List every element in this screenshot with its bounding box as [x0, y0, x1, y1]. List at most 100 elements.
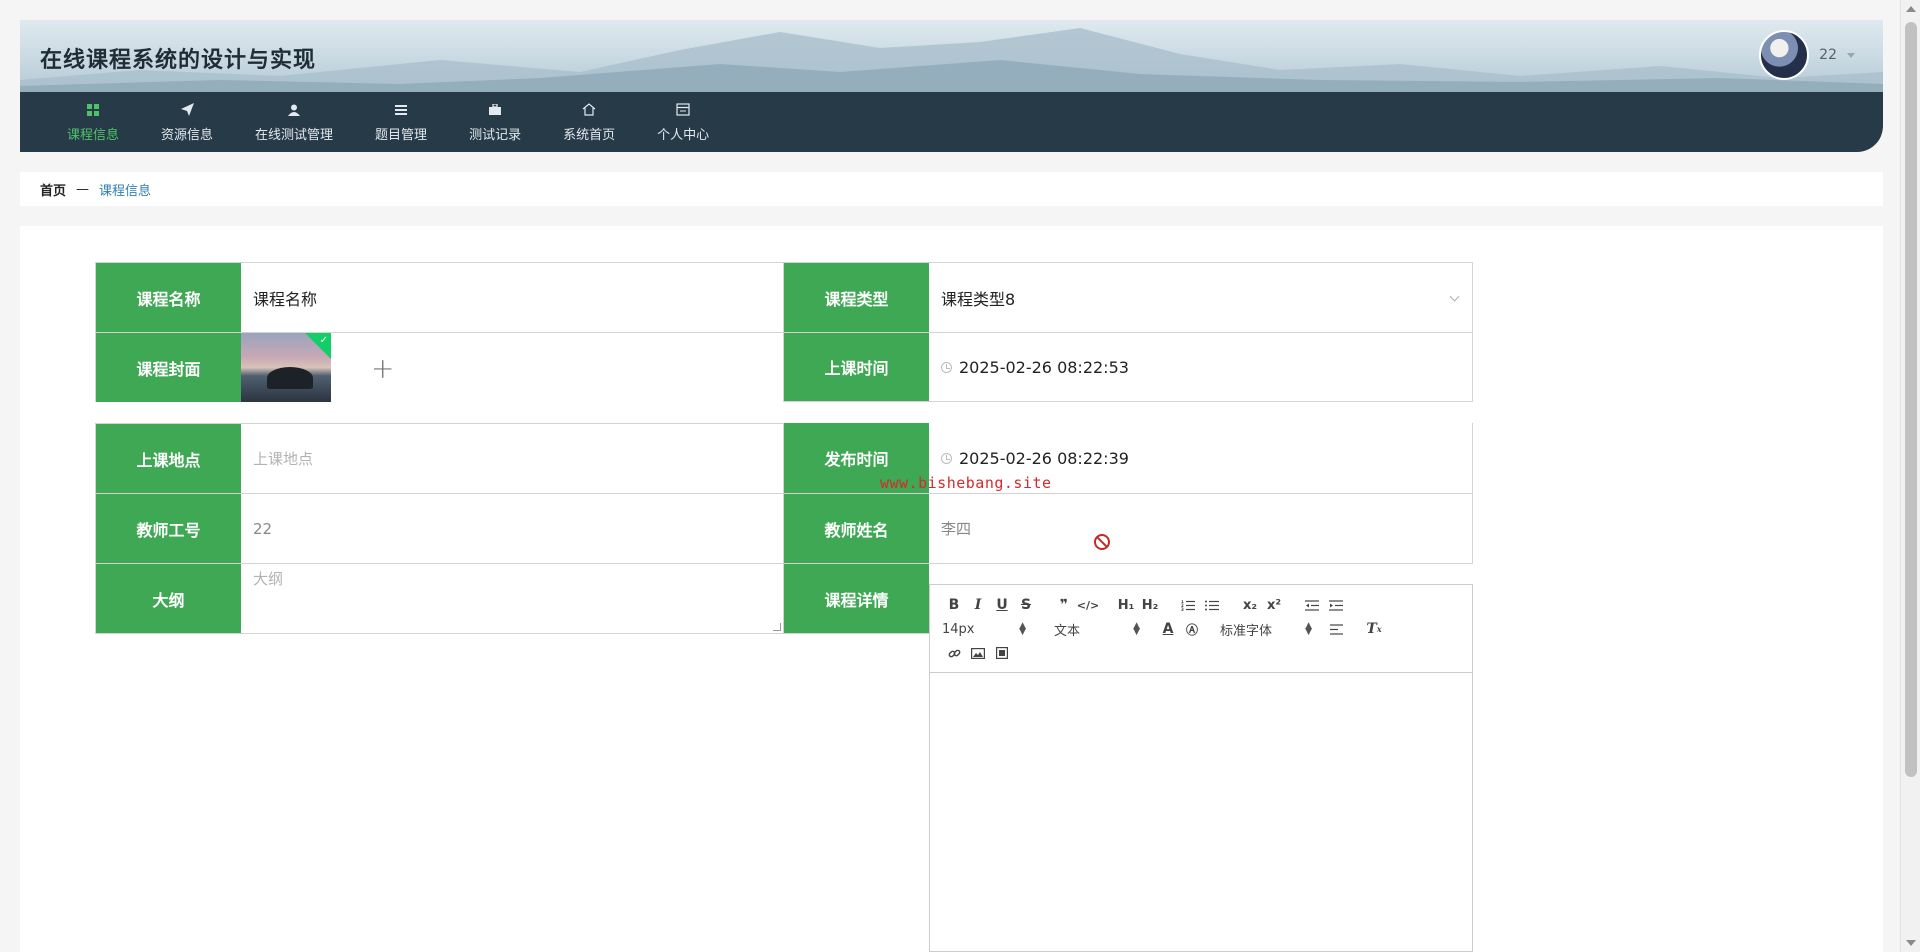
align-icon[interactable] — [1324, 618, 1348, 640]
outdent-icon[interactable] — [1300, 594, 1324, 616]
strike-button[interactable]: S — [1014, 594, 1038, 616]
header-1-button[interactable]: H₁ — [1114, 594, 1138, 616]
course-type-row: 课程类型 课程类型8 — [783, 262, 1473, 333]
details-label: 课程详情 — [784, 564, 929, 633]
location-input[interactable]: 上课地点 — [241, 424, 783, 493]
watermark: www.bishebang.site — [880, 474, 1052, 492]
teacher-name-value: 李四 — [941, 520, 972, 538]
outline-placeholder: 大纲 — [253, 570, 284, 588]
link-icon[interactable] — [942, 642, 966, 664]
teacher-id-input[interactable]: 22 — [241, 494, 783, 563]
nav-item-label: 系统首页 — [563, 127, 616, 143]
breadcrumb-current: 课程信息 — [99, 183, 152, 199]
nav-item-resource-info[interactable]: 资源信息 — [140, 92, 234, 152]
username[interactable]: 22 — [1819, 47, 1837, 63]
nav-item-question-manage[interactable]: 题目管理 — [354, 92, 448, 152]
nav-item-system-home[interactable]: 系统首页 — [542, 92, 636, 152]
superscript-button[interactable]: x² — [1262, 594, 1286, 616]
video-icon[interactable] — [990, 642, 1014, 664]
paper-plane-icon — [180, 102, 194, 118]
resize-handle[interactable] — [773, 623, 781, 631]
page: 在线课程系统的设计与实现 22 课程信息 资源信息 在线测试管理 题目管理 测试… — [0, 0, 1900, 952]
chevron-down-icon[interactable] — [1847, 52, 1855, 58]
outline-label: 大纲 — [96, 564, 241, 633]
image-icon[interactable] — [966, 642, 990, 664]
header-select[interactable]: 文本 ▲ ▼ — [1054, 620, 1140, 639]
user-icon — [288, 102, 301, 118]
breadcrumb: 首页 — 课程信息 — [20, 172, 1883, 206]
nav-item-online-test[interactable]: 在线测试管理 — [234, 92, 354, 152]
page-scrollbar[interactable] — [1900, 0, 1920, 952]
user-menu[interactable]: 22 — [1759, 30, 1855, 80]
bullet-list-icon[interactable] — [1200, 594, 1224, 616]
italic-button[interactable]: I — [966, 594, 990, 616]
course-name-label: 课程名称 — [96, 263, 241, 332]
nav-item-label: 课程信息 — [67, 127, 120, 143]
clock-icon — [941, 361, 952, 373]
nav-item-label: 个人中心 — [657, 127, 710, 143]
course-cover-image[interactable]: ✓ — [241, 333, 331, 402]
scroll-up-arrow-icon[interactable] — [1906, 6, 1916, 12]
course-name-row: 课程名称 课程名称 — [95, 262, 784, 333]
clock-icon — [941, 452, 952, 464]
teacher-name-input[interactable]: 李四 — [929, 494, 1472, 563]
class-time-label: 上课时间 — [784, 333, 929, 401]
nav-item-label: 测试记录 — [469, 127, 522, 143]
not-allowed-cursor-icon — [1094, 534, 1110, 550]
upload-plus-icon[interactable]: + — [371, 351, 394, 384]
scroll-thumb[interactable] — [1905, 22, 1917, 777]
underline-button[interactable]: U — [990, 594, 1014, 616]
briefcase-icon — [489, 102, 502, 118]
font-family-select[interactable]: 标准字体 ▲ ▼ — [1220, 620, 1312, 639]
course-type-select[interactable]: 课程类型8 — [929, 263, 1472, 332]
breadcrumb-separator: — — [76, 181, 90, 197]
course-type-label: 课程类型 — [784, 263, 929, 332]
class-time-row: 上课时间 2025-02-26 08:22:53 — [783, 332, 1473, 402]
breadcrumb-home[interactable]: 首页 — [40, 180, 66, 199]
scroll-down-arrow-icon[interactable] — [1906, 940, 1916, 946]
rich-text-editor: B I U S ❞ </> H₁ H₂ 123 x₂ x² 14px ▲ ▼ 文… — [929, 584, 1473, 952]
main-nav: 课程信息 资源信息 在线测试管理 题目管理 测试记录 系统首页 个人中心 — [20, 92, 1883, 152]
teacher-name-label: 教师姓名 — [784, 494, 929, 563]
indent-icon[interactable] — [1324, 594, 1348, 616]
font-size-value: 14px — [942, 621, 975, 637]
clear-format-icon[interactable]: Tx — [1362, 618, 1386, 640]
header-select-value: 文本 — [1054, 623, 1081, 639]
editor-content-area[interactable] — [930, 673, 1472, 951]
nav-item-test-records[interactable]: 测试记录 — [448, 92, 542, 152]
avatar[interactable] — [1759, 30, 1810, 80]
class-time-value: 2025-02-26 08:22:53 — [959, 357, 1129, 377]
banner-image: 在线课程系统的设计与实现 22 — [20, 20, 1883, 92]
teacher-id-label: 教师工号 — [96, 494, 241, 563]
font-size-select[interactable]: 14px ▲ ▼ — [942, 622, 1026, 637]
blockquote-icon[interactable]: ❞ — [1052, 594, 1076, 616]
nav-item-personal-center[interactable]: 个人中心 — [636, 92, 730, 152]
location-row: 上课地点 上课地点 — [95, 423, 784, 494]
site-title: 在线课程系统的设计与实现 — [40, 48, 317, 73]
course-type-value: 课程类型8 — [941, 289, 1016, 309]
code-block-icon[interactable]: </> — [1076, 594, 1100, 616]
course-name-input[interactable]: 课程名称 — [241, 263, 783, 332]
outline-textarea[interactable]: 大纲 — [241, 564, 783, 633]
updown-icon: ▲ ▼ — [1133, 621, 1140, 637]
list-icon — [395, 102, 408, 118]
course-cover-row: 课程封面 ✓ + — [95, 332, 784, 402]
nav-item-label: 资源信息 — [161, 127, 214, 143]
ordered-list-icon[interactable]: 123 — [1176, 594, 1200, 616]
teacher-id-value: 22 — [253, 519, 273, 538]
font-color-icon[interactable]: A — [1156, 618, 1180, 640]
class-time-picker[interactable]: 2025-02-26 08:22:53 — [929, 333, 1472, 401]
nav-item-course-info[interactable]: 课程信息 — [46, 92, 140, 152]
subscript-button[interactable]: x₂ — [1238, 594, 1262, 616]
nav-item-label: 在线测试管理 — [255, 127, 334, 143]
calendar-icon — [676, 102, 690, 118]
teacher-id-row: 教师工号 22 — [95, 493, 784, 564]
grid-icon — [87, 102, 99, 118]
course-cover-label: 课程封面 — [96, 333, 241, 402]
background-color-icon[interactable]: Ⓐ — [1180, 618, 1204, 640]
header-2-button[interactable]: H₂ — [1138, 594, 1162, 616]
bold-button[interactable]: B — [942, 594, 966, 616]
teacher-name-row: 教师姓名 李四 — [783, 493, 1473, 564]
publish-time-value: 2025-02-26 08:22:39 — [959, 448, 1129, 468]
svg-text:3: 3 — [1181, 607, 1184, 611]
